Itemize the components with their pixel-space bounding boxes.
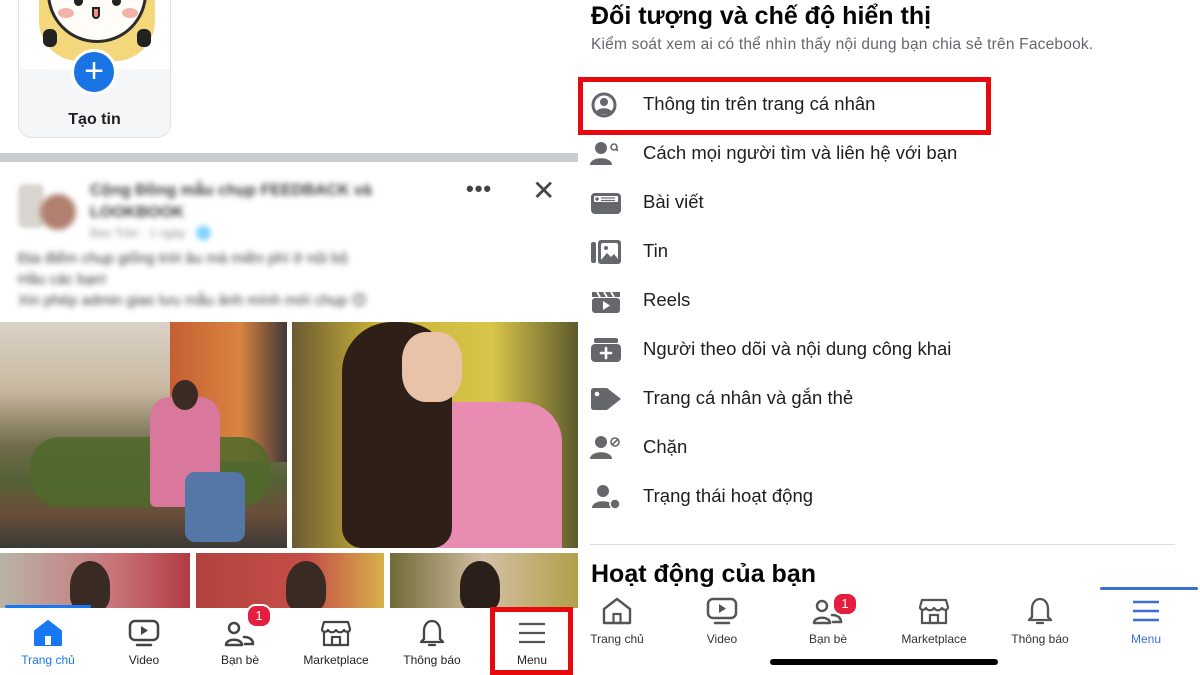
home-icon — [34, 620, 62, 646]
tag-icon — [591, 388, 621, 410]
section-title: Đối tượng và chế độ hiển thị — [591, 2, 932, 30]
post-meta: Bao Trần · 1 ngày · 🌐 — [90, 226, 211, 240]
setting-label: Người theo dõi và nội dung công khai — [643, 338, 952, 359]
post-photo[interactable] — [0, 322, 287, 548]
nav-label: Marketplace — [901, 632, 967, 646]
person-search-icon — [590, 142, 619, 165]
create-story-label: Tạo tin — [68, 111, 121, 128]
setting-posts[interactable]: Bài viết — [580, 178, 1180, 227]
nav-item-home[interactable]: Trang chủ — [0, 608, 96, 675]
bottom-navigation: Trang chủ Video 1 Bạn bè Marketplace Thô… — [0, 604, 580, 675]
feed-post: Cộng Đồng mẫu chụp FEEDBACK và LOOKBOOK … — [0, 162, 578, 322]
bottom-navigation: Trang chủ Video 1 Bạn bè Marketplace Thô… — [580, 587, 1200, 675]
nav-item-friends[interactable]: 1 Bạn bè — [192, 604, 288, 675]
post-text-line: Xin phép admin giao lưu mẫu ảnh mình mới… — [18, 292, 368, 309]
create-story-card[interactable]: + Tạo tin — [18, 0, 171, 138]
marketplace-icon — [320, 620, 352, 647]
nav-label: Video — [128, 653, 160, 667]
nav-label: Bạn bè — [220, 653, 260, 667]
post-author[interactable]: Cộng Đồng mẫu chụp FEEDBACK và LOOKBOOK — [90, 180, 450, 224]
your-activity-title: Hoạt động của bạn — [591, 560, 816, 588]
block-user-icon — [590, 436, 620, 459]
nav-label: Trang chủ — [21, 653, 75, 667]
post-photo[interactable] — [292, 322, 578, 548]
nav-item-video[interactable]: Video — [672, 590, 772, 650]
nav-item-notifications[interactable]: Thông báo — [384, 608, 480, 675]
setting-active-status[interactable]: Trạng thái hoạt động — [580, 472, 1180, 521]
nav-item-menu[interactable]: Menu — [1096, 590, 1196, 650]
nav-item-video[interactable]: Video — [96, 608, 192, 675]
nav-label: Trang chủ — [590, 632, 644, 646]
section-description: Kiểm soát xem ai có thể nhìn thấy nội du… — [591, 36, 1094, 53]
nav-label: Marketplace — [303, 653, 369, 667]
nav-item-home[interactable]: Trang chủ — [580, 590, 667, 650]
nav-item-notifications[interactable]: Thông báo — [990, 590, 1090, 650]
setting-label: Trạng thái hoạt động — [643, 485, 814, 506]
nav-item-friends[interactable]: 1 Bạn bè — [778, 590, 878, 650]
nav-label: Menu — [516, 653, 548, 667]
nav-item-marketplace[interactable]: Marketplace — [884, 590, 984, 650]
right-phone-screen: Đối tượng và chế độ hiển thị Kiểm soát x… — [580, 0, 1200, 675]
post-photo[interactable] — [0, 553, 190, 608]
nav-item-menu[interactable]: Menu — [484, 608, 580, 675]
setting-label: Cách mọi người tìm và liên hệ với bạn — [643, 142, 958, 163]
stories-icon — [591, 240, 621, 264]
setting-label: Reels — [643, 289, 691, 310]
nav-label: Menu — [1130, 632, 1162, 646]
nav-label: Bạn bè — [808, 632, 848, 646]
active-status-icon — [592, 485, 621, 510]
setting-label: Thông tin trên trang cá nhân — [643, 93, 876, 114]
nav-label: Video — [706, 632, 738, 646]
post-card-icon — [591, 193, 621, 214]
setting-stories[interactable]: Tin — [580, 227, 1180, 276]
nav-label: Thông báo — [403, 653, 461, 667]
post-text: Địa điểm chụp giống trời âu mà miền phí … — [18, 248, 548, 311]
friend-requests-badge: 1 — [832, 592, 858, 616]
section-divider — [590, 544, 1175, 545]
bell-icon — [419, 619, 445, 647]
setting-blocking[interactable]: Chặn — [580, 423, 1180, 472]
home-indicator-bar[interactable] — [770, 659, 998, 665]
friend-requests-badge: 1 — [246, 604, 272, 628]
setting-reels[interactable]: Reels — [580, 276, 1180, 325]
setting-label: Tin — [643, 240, 669, 261]
profile-circle-icon — [591, 92, 617, 118]
nav-label: Thông báo — [1011, 632, 1069, 646]
reels-icon — [592, 291, 620, 313]
home-icon — [602, 597, 632, 625]
followers-icon — [591, 338, 621, 362]
left-phone-screen: + Tạo tin Cộng Đồng mẫu chụp FEEDBACK và… — [0, 0, 580, 675]
post-text-line: Hầu các bạn! — [18, 271, 107, 288]
nav-item-marketplace[interactable]: Marketplace — [288, 608, 384, 675]
bell-icon — [1027, 597, 1053, 625]
setting-find-contact[interactable]: Cách mọi người tìm và liên hệ với bạn — [580, 129, 1180, 178]
post-text-line: Địa điểm chụp giống trời âu mà miền phí … — [18, 250, 348, 267]
setting-label: Trang cá nhân và gắn thẻ — [643, 387, 854, 408]
feed-divider — [0, 153, 578, 162]
video-icon — [128, 619, 160, 647]
setting-profile-info[interactable]: Thông tin trên trang cá nhân — [580, 80, 1180, 129]
setting-followers[interactable]: Người theo dõi và nội dung công khai — [580, 325, 1180, 374]
close-icon[interactable]: ✕ — [532, 174, 555, 207]
group-avatar[interactable] — [18, 184, 80, 232]
setting-profile-tagging[interactable]: Trang cá nhân và gắn thẻ — [580, 374, 1180, 423]
setting-label: Chặn — [643, 436, 688, 457]
post-photo[interactable] — [196, 553, 384, 608]
post-photo[interactable] — [390, 553, 578, 608]
video-icon — [706, 597, 738, 625]
menu-icon — [1133, 600, 1159, 622]
add-story-plus-icon[interactable]: + — [71, 49, 117, 95]
menu-icon — [519, 622, 545, 644]
setting-label: Bài viết — [643, 191, 704, 212]
marketplace-icon — [918, 598, 950, 625]
more-options-icon[interactable]: ••• — [466, 176, 492, 202]
